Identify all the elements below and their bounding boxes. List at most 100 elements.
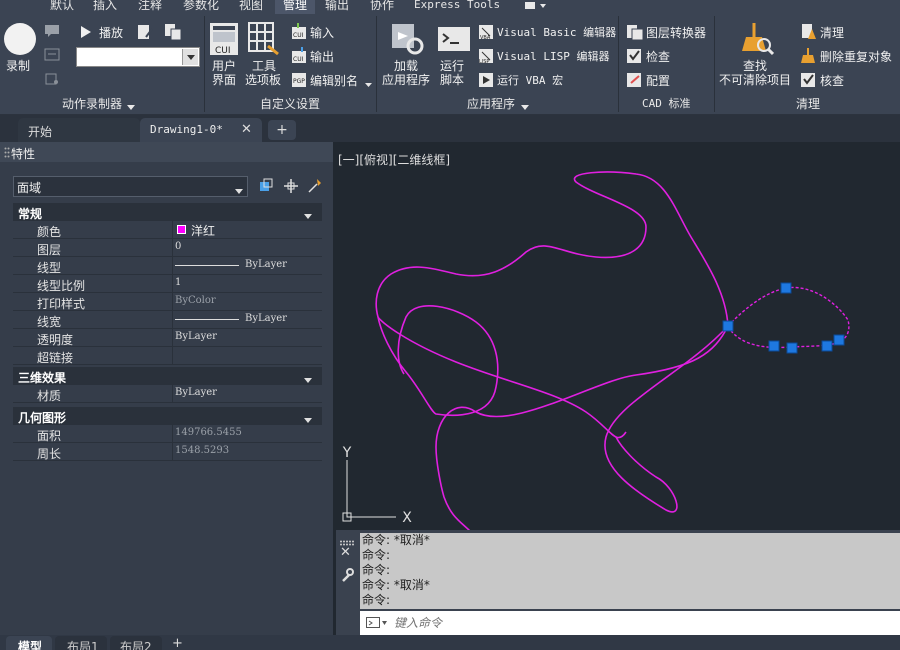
edit-aliases-icon[interactable]: PGP	[290, 71, 308, 92]
tool-palettes-label-1[interactable]: 工具	[252, 59, 276, 73]
section-general[interactable]: 常规	[13, 203, 322, 221]
tab-layout2[interactable]: 布局2	[110, 636, 162, 650]
layer-translator-icon[interactable]	[626, 23, 644, 44]
command-input[interactable]	[394, 614, 884, 632]
grip-handle[interactable]	[780, 282, 792, 294]
property-value-color[interactable]: 洋红	[191, 222, 215, 239]
property-row-linetype[interactable]: 线型 ByLayer	[13, 257, 322, 275]
tab-default[interactable]: 默认	[50, 0, 74, 13]
grip-handle[interactable]	[821, 340, 833, 352]
tab-express-tools[interactable]: Express Tools	[414, 0, 500, 13]
cui-icon[interactable]: CUI	[209, 22, 239, 59]
grip-handle[interactable]	[786, 342, 798, 354]
property-value-material[interactable]: ByLayer	[175, 387, 217, 398]
load-application-icon[interactable]	[390, 22, 424, 59]
play-icon[interactable]	[80, 25, 92, 42]
macro-select[interactable]	[76, 47, 200, 67]
tab-annotate[interactable]: 注释	[138, 0, 162, 13]
purge-label[interactable]: 清理	[820, 26, 844, 40]
check-label[interactable]: 检查	[646, 50, 670, 64]
chevron-down-icon[interactable]	[182, 49, 198, 65]
command-prompt-icon[interactable]	[366, 617, 388, 632]
grip-handle[interactable]	[722, 320, 734, 332]
property-row-material[interactable]: 材质 ByLayer	[13, 385, 322, 403]
load-app-label-2[interactable]: 应用程序	[382, 73, 430, 87]
chevron-down-icon[interactable]	[365, 78, 373, 92]
configure-label[interactable]: 配置	[646, 74, 670, 88]
import-label[interactable]: 输入	[310, 26, 334, 40]
tool-palettes-label-2[interactable]: 选项板	[245, 73, 281, 87]
tab-collaborate[interactable]: 协作	[370, 0, 394, 13]
tab-model[interactable]: 模型	[6, 636, 52, 650]
property-row-transparency[interactable]: 透明度 ByLayer	[13, 329, 322, 347]
record-icon[interactable]	[3, 22, 37, 59]
tab-start[interactable]: 开始	[18, 118, 140, 142]
region-curve[interactable]	[435, 325, 729, 530]
configure-standards-icon[interactable]	[626, 71, 644, 92]
property-row-hyperlink[interactable]: 超链接	[13, 347, 322, 365]
close-icon[interactable]: ✕	[340, 545, 351, 560]
purge-icon[interactable]	[800, 23, 818, 44]
select-objects-icon[interactable]	[283, 178, 299, 197]
export-label[interactable]: 输出	[310, 50, 334, 64]
property-row-layer[interactable]: 图层 0	[13, 239, 322, 257]
user-interface-label-2[interactable]: 界面	[212, 73, 236, 87]
lisp-editor-icon[interactable]: LISP	[477, 47, 495, 68]
toggle-pickadd-icon[interactable]	[258, 178, 274, 197]
palette-grip-icon[interactable]	[4, 147, 10, 162]
tab-layout1[interactable]: 布局1	[55, 636, 107, 650]
property-row-plot-style[interactable]: 打印样式 ByColor	[13, 293, 322, 311]
selected-segment[interactable]	[727, 286, 850, 349]
chevron-down-icon[interactable]	[521, 100, 529, 114]
wrench-icon[interactable]	[340, 568, 354, 585]
edit-aliases-label[interactable]: 编辑别名	[310, 74, 358, 88]
insert-message-icon[interactable]	[44, 24, 60, 41]
property-value-linetype[interactable]: ByLayer	[245, 259, 287, 270]
find-label-2[interactable]: 不可清除项目	[719, 73, 791, 87]
property-value-layer[interactable]: 0	[175, 241, 181, 252]
chevron-down-icon[interactable]	[127, 100, 135, 114]
command-input-box[interactable]	[360, 611, 900, 635]
vb-editor-label[interactable]: Visual Basic 编辑器	[497, 26, 616, 40]
tab-manage[interactable]: 管理	[275, 0, 316, 14]
tab-view[interactable]: 视图	[239, 0, 263, 13]
tab-output[interactable]: 输出	[325, 0, 349, 13]
record-button-label[interactable]: 录制	[6, 59, 30, 73]
property-row-color[interactable]: 颜色 洋红	[13, 221, 322, 239]
drawing-canvas[interactable]: Y X	[336, 142, 900, 530]
tool-palettes-icon[interactable]	[248, 22, 280, 59]
lisp-editor-label[interactable]: Visual LISP 编辑器	[497, 50, 609, 64]
preferences-icon[interactable]	[164, 23, 182, 44]
grip-handle[interactable]	[833, 334, 845, 346]
layer-translator-label[interactable]: 图层转换器	[646, 26, 706, 40]
vba-editor-icon[interactable]: VBA	[477, 23, 495, 44]
find-non-purgeable-icon[interactable]	[740, 21, 775, 60]
property-value-lineweight[interactable]: ByLayer	[245, 313, 287, 324]
property-row-area[interactable]: 面积 149766.5455	[13, 425, 322, 443]
quick-select-icon[interactable]	[307, 178, 323, 197]
property-value-transparency[interactable]: ByLayer	[175, 331, 217, 342]
chevron-down-icon[interactable]	[235, 184, 243, 198]
audit-icon[interactable]	[800, 71, 818, 92]
base-point-icon[interactable]	[44, 72, 60, 89]
property-row-perimeter[interactable]: 周长 1548.5293	[13, 443, 322, 461]
import-cui-icon[interactable]: CUI	[290, 23, 308, 44]
tab-drawing[interactable]: Drawing1-0* ✕	[140, 118, 262, 142]
request-input-icon[interactable]	[44, 48, 60, 65]
region-curve[interactable]	[377, 316, 627, 439]
tab-parametric[interactable]: 参数化	[183, 0, 219, 13]
tab-insert[interactable]: 插入	[93, 0, 117, 13]
export-cui-icon[interactable]: CUI	[290, 47, 308, 68]
user-interface-label-1[interactable]: 用户	[212, 59, 236, 73]
add-layout-plus-icon[interactable]: +	[172, 636, 183, 650]
property-row-lineweight[interactable]: 线宽 ByLayer	[13, 311, 322, 329]
run-vba-icon[interactable]	[477, 71, 495, 92]
palette-title-bar[interactable]: 特性	[0, 142, 333, 162]
section-geometry[interactable]: 几何图形	[13, 407, 322, 425]
section-3d-effects[interactable]: 三维效果	[13, 367, 322, 385]
check-standards-icon[interactable]	[626, 47, 644, 68]
region-curve[interactable]	[604, 325, 729, 513]
edit-macro-icon[interactable]	[136, 23, 154, 44]
new-tab-plus-icon[interactable]: +	[268, 120, 296, 140]
overkill-label[interactable]: 删除重复对象	[820, 50, 892, 64]
